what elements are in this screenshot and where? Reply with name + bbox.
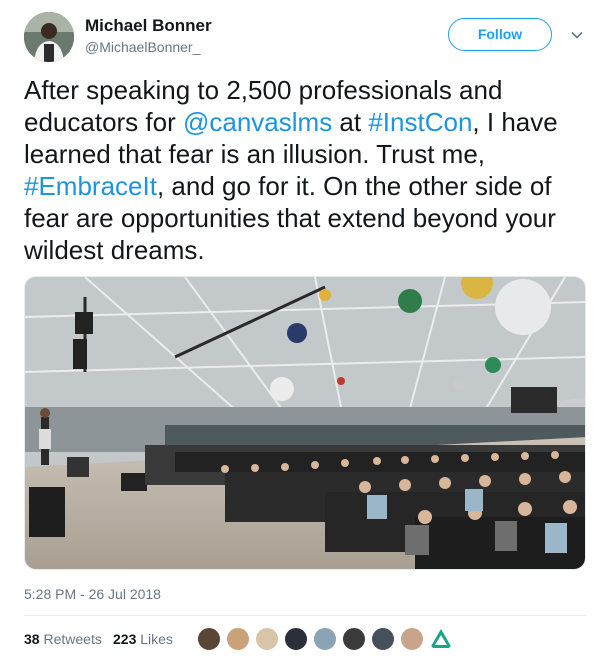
tweet-timestamp[interactable]: 5:28 PM - 26 Jul 2018 <box>24 586 161 602</box>
author-handle[interactable]: @MichaelBonner_ <box>85 39 200 55</box>
liker-avatar[interactable] <box>342 627 366 651</box>
likes-label: Likes <box>140 631 173 647</box>
liker-avatar[interactable] <box>197 627 221 651</box>
likes-count: 223 <box>113 631 137 647</box>
hashtag-link[interactable]: #InstCon <box>368 107 472 137</box>
liker-avatar[interactable] <box>226 627 250 651</box>
hashtag-link[interactable]: #EmbraceIt <box>24 171 157 201</box>
mention-link[interactable]: @canvaslms <box>183 107 332 137</box>
chevron-down-icon[interactable] <box>570 28 584 42</box>
liker-avatar[interactable] <box>255 627 279 651</box>
follow-button[interactable]: Follow <box>448 18 552 51</box>
likes-stat[interactable]: 223 Likes <box>113 631 173 647</box>
tweet-text: After speaking to 2,500 professionals an… <box>24 74 589 266</box>
author-avatar[interactable] <box>24 12 74 62</box>
liker-avatar[interactable] <box>371 627 395 651</box>
liker-avatar[interactable] <box>313 627 337 651</box>
logo-icon <box>430 629 452 648</box>
liker-avatar[interactable] <box>429 627 453 651</box>
liker-avatar[interactable] <box>284 627 308 651</box>
author-name[interactable]: Michael Bonner <box>85 16 212 36</box>
tweet-photo[interactable] <box>24 276 586 570</box>
retweets-label: Retweets <box>43 631 102 647</box>
retweets-count: 38 <box>24 631 40 647</box>
tweet-header: Michael Bonner @MichaelBonner_ Follow <box>24 12 592 62</box>
liker-avatar[interactable] <box>400 627 424 651</box>
tweet-text-part: at <box>332 107 369 137</box>
divider <box>24 615 586 616</box>
retweets-stat[interactable]: 38 Retweets <box>24 631 102 647</box>
